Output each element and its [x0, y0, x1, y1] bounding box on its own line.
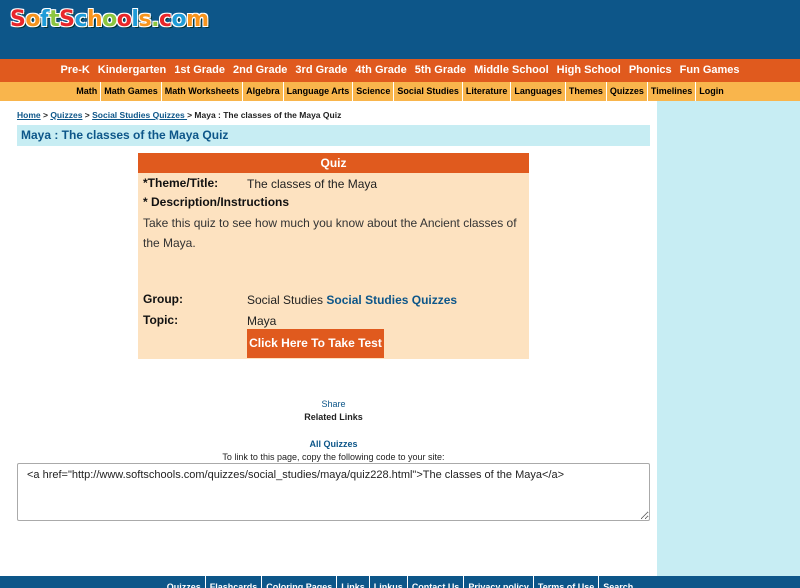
- logo-letter: h: [87, 7, 103, 32]
- quiz-panel: Quiz *Theme/Title: The classes of the Ma…: [138, 153, 529, 359]
- subnav-language-arts[interactable]: Language Arts: [284, 82, 354, 101]
- logo-letter: l: [131, 7, 139, 32]
- site-footer: Quizzes Flashcards Coloring Pages Links Link…: [0, 576, 800, 588]
- subnav-math[interactable]: Math: [73, 82, 102, 101]
- nav-fun-games[interactable]: Fun Games: [680, 59, 740, 82]
- all-quizzes-link[interactable]: All Quizzes: [0, 439, 667, 449]
- related-links-heading: Related Links: [304, 412, 363, 422]
- logo-letter: o: [102, 7, 117, 32]
- page-title: Maya : The classes of the Maya Quiz: [17, 125, 650, 146]
- footer-search[interactable]: Search: [599, 576, 637, 588]
- subnav-math-games[interactable]: Math Games: [101, 82, 162, 101]
- nav-5th-grade[interactable]: 5th Grade: [415, 59, 466, 82]
- logo-letter: m: [186, 7, 209, 32]
- social-studies-quizzes-link[interactable]: Social Studies Quizzes: [326, 293, 457, 307]
- logo-letter: S: [59, 7, 75, 32]
- nav-high-school[interactable]: High School: [557, 59, 621, 82]
- logo-letter: S: [10, 7, 26, 32]
- take-test-button[interactable]: Click Here To Take Test: [247, 329, 384, 358]
- link-instructions: To link to this page, copy the following…: [222, 452, 445, 462]
- description-label: * Description/Instructions: [143, 195, 290, 209]
- breadcrumb-current: > Maya : The classes of the Maya Quiz: [187, 110, 342, 120]
- subnav-social-studies[interactable]: Social Studies: [394, 82, 463, 101]
- logo-letter: t: [49, 7, 60, 32]
- right-sidebar: [657, 101, 800, 576]
- footer-linkus[interactable]: Linkus: [370, 576, 408, 588]
- theme-value: The classes of the Maya: [247, 177, 378, 191]
- group-label: Group:: [143, 292, 183, 306]
- subnav-algebra[interactable]: Algebra: [243, 82, 284, 101]
- breadcrumb-sep: >: [82, 110, 93, 120]
- footer-quizzes[interactable]: Quizzes: [163, 576, 206, 588]
- description-text: Take this quiz to see how much you know …: [143, 216, 517, 250]
- nav-2nd-grade[interactable]: 2nd Grade: [233, 59, 287, 82]
- subnav-timelines[interactable]: Timelines: [648, 82, 697, 101]
- site-header: SoftSchools.com: [0, 0, 800, 59]
- group-name: Social Studies: [247, 293, 324, 307]
- logo-letter: o: [171, 7, 187, 32]
- subnav-themes[interactable]: Themes: [566, 82, 607, 101]
- nav-1st-grade[interactable]: 1st Grade: [174, 59, 225, 82]
- breadcrumb-home[interactable]: Home: [17, 110, 41, 120]
- logo-letter: .: [151, 7, 159, 32]
- nav-kindergarten[interactable]: Kindergarten: [98, 59, 166, 82]
- nav-pre-k[interactable]: Pre-K: [60, 59, 89, 82]
- footer-contact-us[interactable]: Contact Us: [408, 576, 465, 588]
- logo-letter: o: [116, 7, 132, 32]
- breadcrumb-quizzes[interactable]: Quizzes: [50, 110, 82, 120]
- topic-value: Maya: [247, 314, 277, 328]
- logo-letter: o: [25, 7, 40, 32]
- quiz-header: Quiz: [138, 153, 529, 173]
- topic-label: Topic:: [143, 313, 179, 327]
- subnav-math-worksheets[interactable]: Math Worksheets: [162, 82, 244, 101]
- site-logo[interactable]: SoftSchools.com: [10, 7, 209, 32]
- footer-links[interactable]: Links: [337, 576, 370, 588]
- nav-middle-school[interactable]: Middle School: [474, 59, 549, 82]
- logo-letter: s: [138, 7, 152, 32]
- subject-nav: Math Math Games Math Worksheets Algebra Lang…: [0, 82, 800, 101]
- breadcrumb: Home > Quizzes > Social Studies Quizzes …: [17, 110, 341, 120]
- footer-coloring-pages[interactable]: Coloring Pages: [262, 576, 338, 588]
- theme-label: *Theme/Title:: [143, 176, 219, 190]
- subnav-login[interactable]: Login: [696, 82, 727, 101]
- logo-letter: c: [158, 7, 172, 32]
- breadcrumb-sep: >: [40, 110, 51, 120]
- nav-4th-grade[interactable]: 4th Grade: [355, 59, 406, 82]
- footer-terms-of-use[interactable]: Terms of Use: [534, 576, 600, 588]
- subnav-literature[interactable]: Literature: [463, 82, 512, 101]
- link-code-textarea[interactable]: <a href="http://www.softschools.com/quiz…: [17, 463, 650, 521]
- nav-3rd-grade[interactable]: 3rd Grade: [295, 59, 347, 82]
- logo-letter: c: [74, 7, 87, 32]
- group-value: Social Studies Social Studies Quizzes: [247, 293, 457, 307]
- nav-phonics[interactable]: Phonics: [629, 59, 672, 82]
- footer-privacy-policy[interactable]: Privacy policy: [464, 576, 534, 588]
- subnav-science[interactable]: Science: [353, 82, 395, 101]
- logo-letter: f: [39, 7, 50, 32]
- breadcrumb-social-studies[interactable]: Social Studies Quizzes: [92, 110, 187, 120]
- share-link[interactable]: Share: [0, 399, 667, 409]
- footer-flashcards[interactable]: Flashcards: [206, 576, 263, 588]
- subnav-languages[interactable]: Languages: [511, 82, 566, 101]
- grade-nav: Pre-K Kindergarten 1st Grade 2nd Grade 3rd G…: [0, 59, 800, 82]
- subnav-quizzes[interactable]: Quizzes: [607, 82, 648, 101]
